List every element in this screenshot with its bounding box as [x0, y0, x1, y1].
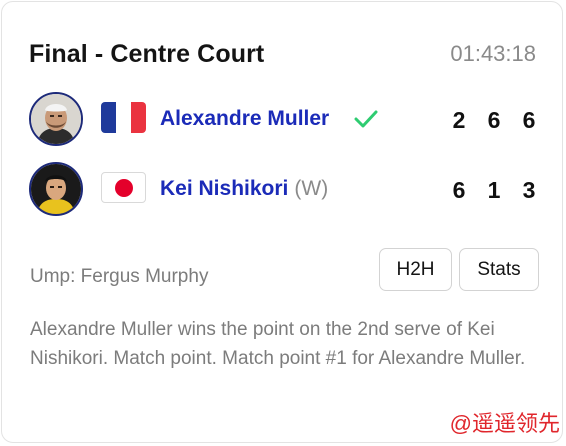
player-name-text[interactable]: Kei Nishikori [160, 177, 288, 200]
player-photo [31, 164, 81, 214]
set-score: 6 [487, 107, 501, 133]
flag-band-red [131, 102, 146, 133]
player-scores: 2 6 6 [446, 107, 542, 134]
player-photo [31, 94, 81, 144]
player-name-text[interactable]: Alexandre Muller [160, 107, 329, 130]
flag-sun-disc [114, 178, 133, 197]
set-score: 3 [522, 177, 536, 203]
player-name[interactable]: Alexandre Muller [160, 107, 329, 131]
match-card: Final - Centre Court 01:43:18 Alexandre … [1, 1, 563, 443]
point-commentary: Alexandre Muller wins the point on the 2… [30, 319, 526, 369]
set-score: 2 [452, 107, 466, 133]
check-icon [354, 110, 378, 128]
set-score: 6 [522, 107, 536, 133]
player-avatar[interactable] [29, 162, 83, 216]
set-score: 6 [452, 177, 466, 203]
h2h-button[interactable]: H2H [379, 248, 452, 291]
match-title: Final - Centre Court [29, 40, 265, 68]
france-flag-icon [101, 102, 146, 133]
flag-band-blue [101, 102, 116, 133]
player-row: Alexandre Muller 2 6 6 [2, 91, 562, 151]
player-scores: 6 1 3 [446, 177, 542, 204]
player-avatar[interactable] [29, 92, 83, 146]
flag-band-white [116, 102, 131, 133]
set-score: 1 [487, 177, 501, 203]
player-entry-status: (W) [294, 177, 329, 200]
umpire-label: Ump: Fergus Murphy [30, 266, 209, 287]
player-row: Kei Nishikori (W) 6 1 3 [2, 161, 562, 221]
watermark: @遥遥领先 [449, 411, 560, 436]
stats-button[interactable]: Stats [459, 248, 539, 291]
japan-flag-icon [101, 172, 146, 203]
player-name[interactable]: Kei Nishikori (W) [160, 177, 328, 201]
match-clock: 01:43:18 [450, 41, 536, 66]
